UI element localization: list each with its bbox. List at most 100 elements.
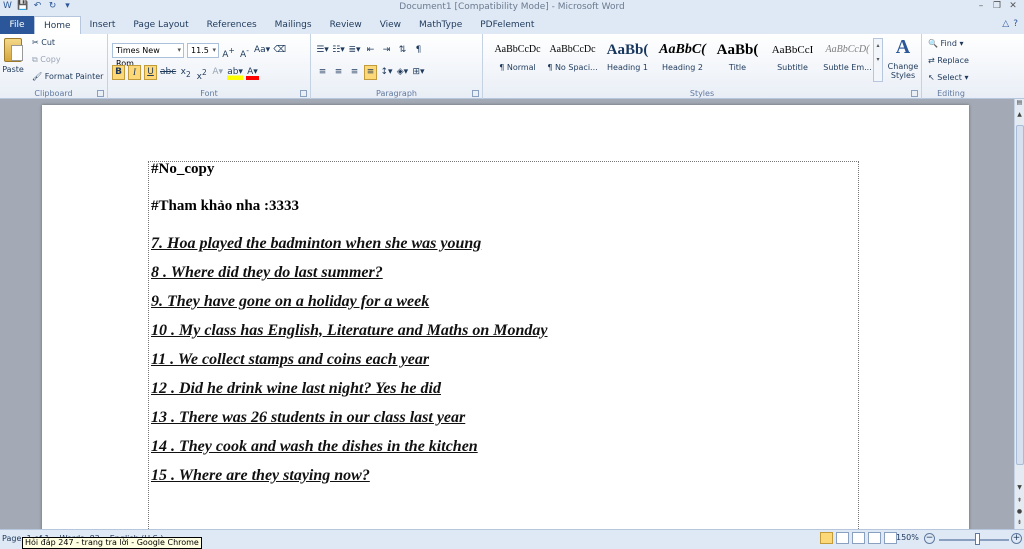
change-case-icon[interactable]: Aa▾ <box>254 43 270 58</box>
tab-mathtype[interactable]: MathType <box>410 16 471 34</box>
clipboard-label: Clipboard <box>34 89 73 98</box>
help-icon[interactable]: ? <box>1013 19 1018 29</box>
increase-indent-icon[interactable]: ⇥ <box>380 43 393 58</box>
tab-pdfelement[interactable]: PDFelement <box>471 16 543 34</box>
ruler-toggle-icon[interactable]: ▤ <box>1015 99 1024 109</box>
scissors-icon: ✂ <box>32 38 42 47</box>
doc-line: 15 . Where are they staying now? <box>151 467 370 484</box>
copy-button[interactable]: ⧉ Copy <box>32 55 61 65</box>
paragraph-launcher-icon[interactable] <box>472 90 479 97</box>
style-normal[interactable]: AaBbCcDc ¶ Normal <box>490 37 545 79</box>
text-effects-icon[interactable]: A▾ <box>211 65 224 80</box>
sort-icon[interactable]: ⇅ <box>396 43 409 58</box>
style-preview: AaBbCcDc <box>549 44 596 55</box>
highlight-icon[interactable]: ab▾ <box>227 65 243 80</box>
styles-launcher-icon[interactable] <box>911 90 918 97</box>
font-label: Font <box>200 89 218 98</box>
styles-gallery-scroll[interactable]: ▴ ▾ <box>873 38 883 82</box>
web-layout-icon[interactable] <box>852 532 865 544</box>
tab-insert[interactable]: Insert <box>81 16 125 34</box>
shading-icon[interactable]: ◈▾ <box>396 65 409 80</box>
paste-button[interactable]: Paste <box>2 38 24 74</box>
select-button[interactable]: ↖ Select ▾ <box>928 73 969 82</box>
shrink-font-icon[interactable]: A- <box>238 43 251 60</box>
cut-button[interactable]: ✂ Cut <box>32 38 55 47</box>
minimize-ribbon-icon[interactable]: △ <box>1002 19 1009 29</box>
italic-button[interactable]: I <box>128 65 141 80</box>
align-left-icon[interactable]: ≡ <box>316 65 329 80</box>
tab-page-layout[interactable]: Page Layout <box>124 16 197 34</box>
font-launcher-icon[interactable] <box>300 90 307 97</box>
find-button[interactable]: 🔍 Find ▾ <box>928 39 963 48</box>
previous-page-icon[interactable]: ⇞ <box>1015 497 1024 507</box>
next-page-icon[interactable]: ⇟ <box>1015 519 1024 529</box>
style-name: Subtle Em... <box>823 63 872 72</box>
style-name: ¶ No Spaci... <box>547 63 598 72</box>
style-title[interactable]: AaBb( Title <box>710 37 765 79</box>
cursor-icon: ↖ <box>928 73 938 82</box>
heading-tham-khao: #Tham khảo nha :3333 <box>151 198 299 214</box>
print-layout-icon[interactable] <box>820 532 833 544</box>
find-label: Find <box>940 39 957 48</box>
format-painter-button[interactable]: 🖌 Format Painter <box>32 72 103 81</box>
tab-references[interactable]: References <box>198 16 266 34</box>
center-icon[interactable]: ≡ <box>332 65 345 80</box>
style-no-spacing[interactable]: AaBbCcDc ¶ No Spaci... <box>545 37 600 79</box>
cut-label: Cut <box>41 38 56 47</box>
clipboard-launcher-icon[interactable] <box>97 90 104 97</box>
bold-button[interactable]: B <box>112 65 125 80</box>
tab-file[interactable]: File <box>0 16 34 34</box>
zoom-slider[interactable] <box>939 539 1009 541</box>
zoom-in-icon[interactable]: + <box>1011 533 1022 544</box>
bullets-icon[interactable]: ☰▾ <box>316 43 329 58</box>
outline-icon[interactable] <box>868 532 881 544</box>
tab-home[interactable]: Home <box>34 16 81 34</box>
paragraph-group: ☰▾ ☷▾ ≣▾ ⇤ ⇥ ⇅ ¶ ≡ ≡ ≡ ≡ ↕▾ ◈▾ ⊞▾ Paragr… <box>311 34 483 99</box>
font-color-icon[interactable]: A▾ <box>245 65 259 80</box>
zoom-out-icon[interactable]: − <box>924 533 935 544</box>
taskbar-tooltip: Hỏi đáp 247 - trang tra lời - Google Chr… <box>22 537 202 549</box>
paste-label: Paste <box>2 65 24 74</box>
scroll-up-icon[interactable]: ▲ <box>1015 111 1024 121</box>
underline-button[interactable]: U <box>144 65 157 80</box>
style-subtle-emphasis[interactable]: AaBbCcD( Subtle Em... <box>820 37 875 79</box>
style-name: Heading 2 <box>662 63 703 72</box>
close-icon[interactable]: ✕ <box>1006 0 1020 12</box>
line-spacing-icon[interactable]: ↕▾ <box>380 65 393 80</box>
strikethrough-icon[interactable]: abc <box>160 65 176 80</box>
tab-view[interactable]: View <box>371 16 410 34</box>
style-subtitle[interactable]: AaBbCcI Subtitle <box>765 37 820 79</box>
scroll-thumb[interactable] <box>1016 125 1024 465</box>
show-marks-icon[interactable]: ¶ <box>412 43 425 58</box>
style-preview: AaBbCcD( <box>825 44 870 55</box>
font-size-combo[interactable]: 11.5 <box>187 43 219 58</box>
font-name-combo[interactable]: Times New Rom <box>112 43 184 68</box>
zoom-level[interactable]: 150% <box>896 533 919 542</box>
browse-object-icon[interactable]: ● <box>1015 508 1024 518</box>
tab-review[interactable]: Review <box>321 16 371 34</box>
style-heading-1[interactable]: AaBb( Heading 1 <box>600 37 655 79</box>
justify-icon[interactable]: ≡ <box>364 65 377 80</box>
tab-mailings[interactable]: Mailings <box>266 16 321 34</box>
vertical-scrollbar[interactable]: ▤ ▲ ▼ ⇞ ● ⇟ <box>1014 99 1024 529</box>
numbering-icon[interactable]: ☷▾ <box>332 43 345 58</box>
brush-icon: 🖌 <box>32 72 45 81</box>
document-page[interactable]: #No_copy #Tham khảo nha :3333 7. Hoa pla… <box>42 105 969 529</box>
borders-icon[interactable]: ⊞▾ <box>412 65 425 80</box>
align-right-icon[interactable]: ≡ <box>348 65 361 80</box>
view-buttons <box>820 532 897 544</box>
style-heading-2[interactable]: AaBbC( Heading 2 <box>655 37 710 79</box>
minimize-icon[interactable]: – <box>974 0 988 12</box>
clear-formatting-icon[interactable]: ⌫ <box>273 43 286 58</box>
grow-font-icon[interactable]: A+ <box>222 43 235 60</box>
replace-button[interactable]: ⇄ Replace <box>928 56 969 65</box>
multilevel-list-icon[interactable]: ≣▾ <box>348 43 361 58</box>
restore-icon[interactable]: ❐ <box>990 0 1004 12</box>
subscript-icon[interactable]: x2 <box>179 65 192 80</box>
scroll-down-icon[interactable]: ▼ <box>1015 484 1024 494</box>
zoom-slider-thumb[interactable] <box>975 533 980 545</box>
full-screen-reading-icon[interactable] <box>836 532 849 544</box>
superscript-icon[interactable]: x2 <box>195 65 208 82</box>
change-styles-button[interactable]: A Change Styles <box>884 36 922 80</box>
decrease-indent-icon[interactable]: ⇤ <box>364 43 377 58</box>
